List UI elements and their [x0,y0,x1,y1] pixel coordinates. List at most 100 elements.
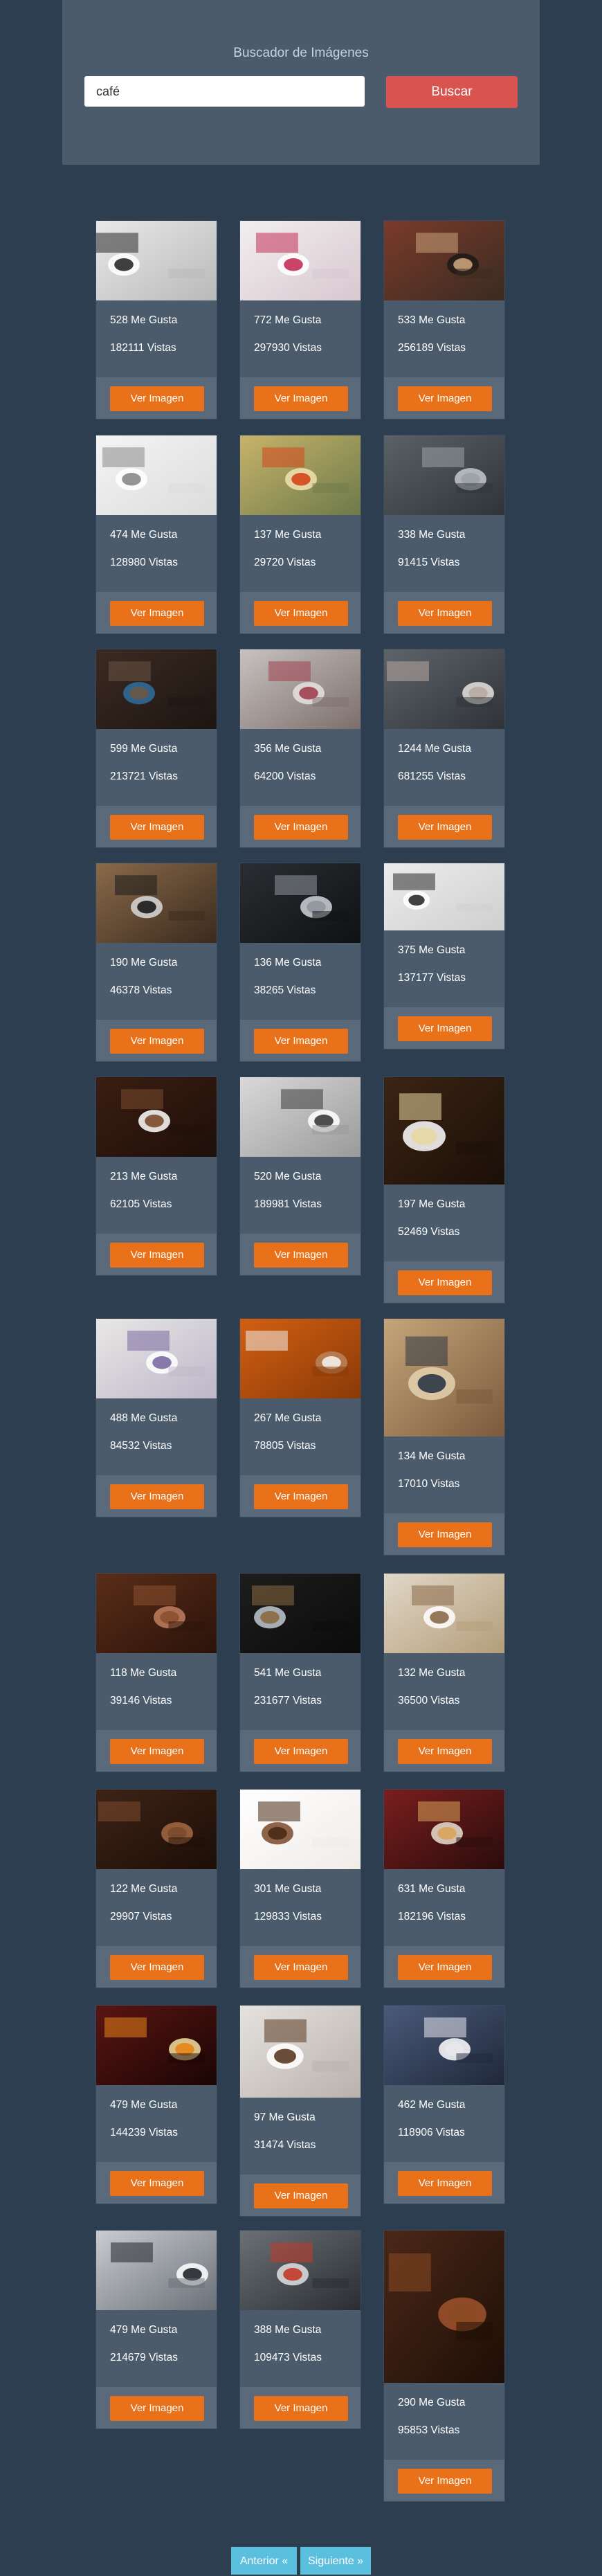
image-card: 267 Me Gusta 78805 Vistas Ver Imagen [239,1318,361,1517]
image-thumbnail[interactable] [384,221,504,300]
views-count: 231677 Vistas [254,1695,322,1706]
image-thumbnail[interactable] [384,435,504,515]
view-image-button[interactable]: Ver Imagen [398,1270,492,1295]
card-footer: Ver Imagen [96,1730,217,1772]
view-image-button[interactable]: Ver Imagen [110,386,204,411]
next-page-button[interactable]: Siguiente » [300,2547,371,2575]
likes-count: 1244 Me Gusta [398,743,471,755]
image-thumbnail[interactable] [384,1574,504,1653]
view-image-button[interactable]: Ver Imagen [110,1955,204,1980]
card-footer: Ver Imagen [96,1020,217,1061]
view-image-button[interactable]: Ver Imagen [110,2396,204,2421]
image-thumbnail[interactable] [240,2231,361,2310]
image-thumbnail[interactable] [96,435,217,515]
image-card: 520 Me Gusta 189981 Vistas Ver Imagen [239,1077,361,1276]
card-footer: Ver Imagen [384,1513,504,1555]
image-thumbnail[interactable] [240,1790,361,1869]
image-card: 197 Me Gusta 52469 Vistas Ver Imagen [383,1077,505,1304]
image-thumbnail[interactable] [384,1790,504,1869]
image-thumbnail[interactable] [96,1077,217,1157]
view-image-button[interactable]: Ver Imagen [110,1243,204,1268]
view-image-button[interactable]: Ver Imagen [110,1484,204,1509]
image-card: 474 Me Gusta 128980 Vistas Ver Imagen [95,435,217,634]
image-thumbnail[interactable] [384,1077,504,1185]
view-image-button[interactable]: Ver Imagen [110,2171,204,2196]
view-image-button[interactable]: Ver Imagen [254,815,348,840]
image-thumbnail[interactable] [96,1319,217,1398]
view-image-button[interactable]: Ver Imagen [254,1243,348,1268]
view-image-button[interactable]: Ver Imagen [254,2396,348,2421]
card-footer: Ver Imagen [240,1234,361,1275]
image-thumbnail[interactable] [384,649,504,729]
card-footer: Ver Imagen [240,1475,361,1517]
image-thumbnail[interactable] [96,1574,217,1653]
view-image-button[interactable]: Ver Imagen [110,601,204,626]
card-footer: Ver Imagen [96,1475,217,1517]
image-thumbnail[interactable] [240,2006,361,2098]
view-image-button[interactable]: Ver Imagen [398,2171,492,2196]
image-card: 631 Me Gusta 182196 Vistas Ver Imagen [383,1789,505,1988]
view-image-button[interactable]: Ver Imagen [110,815,204,840]
view-image-button[interactable]: Ver Imagen [254,1739,348,1764]
view-image-button[interactable]: Ver Imagen [254,1029,348,1054]
view-image-button[interactable]: Ver Imagen [254,1484,348,1509]
image-thumbnail[interactable] [96,863,217,943]
view-image-button[interactable]: Ver Imagen [110,1739,204,1764]
image-card: 338 Me Gusta 91415 Vistas Ver Imagen [383,435,505,634]
card-footer: Ver Imagen [240,592,361,633]
likes-count: 599 Me Gusta [110,743,178,755]
views-count: 64200 Vistas [254,771,316,782]
card-footer: Ver Imagen [96,2162,217,2204]
image-card: 290 Me Gusta 95853 Vistas Ver Imagen [383,2230,505,2502]
image-card: 462 Me Gusta 118906 Vistas Ver Imagen [383,2005,505,2204]
view-image-button[interactable]: Ver Imagen [254,386,348,411]
image-card: 136 Me Gusta 38265 Vistas Ver Imagen [239,863,361,1062]
image-thumbnail[interactable] [240,863,361,943]
image-thumbnail[interactable] [384,2006,504,2085]
image-card: 134 Me Gusta 17010 Vistas Ver Imagen [383,1318,505,1556]
view-image-button[interactable]: Ver Imagen [254,1955,348,1980]
image-thumbnail[interactable] [240,1077,361,1157]
view-image-button[interactable]: Ver Imagen [398,815,492,840]
view-image-button[interactable]: Ver Imagen [398,601,492,626]
views-count: 137177 Vistas [398,972,466,984]
likes-count: 197 Me Gusta [398,1198,466,1210]
image-card: 599 Me Gusta 213721 Vistas Ver Imagen [95,649,217,848]
views-count: 144239 Vistas [110,2127,178,2138]
views-count: 36500 Vistas [398,1695,460,1706]
image-thumbnail[interactable] [96,2231,217,2310]
image-card: 1244 Me Gusta 681255 Vistas Ver Imagen [383,649,505,848]
view-image-button[interactable]: Ver Imagen [398,1016,492,1041]
image-thumbnail[interactable] [384,2231,504,2383]
views-count: 46378 Vistas [110,984,172,996]
view-image-button[interactable]: Ver Imagen [254,601,348,626]
view-image-button[interactable]: Ver Imagen [398,1522,492,1547]
image-thumbnail[interactable] [96,649,217,729]
image-thumbnail[interactable] [96,1790,217,1869]
view-image-button[interactable]: Ver Imagen [398,2469,492,2494]
views-count: 182196 Vistas [398,1911,466,1922]
view-image-button[interactable]: Ver Imagen [398,386,492,411]
image-thumbnail[interactable] [240,1574,361,1653]
image-thumbnail[interactable] [240,221,361,300]
views-count: 29720 Vistas [254,557,316,568]
previous-page-button[interactable]: Anterior « [231,2547,297,2575]
card-footer: Ver Imagen [384,592,504,633]
image-grid: 528 Me Gusta 182111 Vistas Ver Imagen 772 … [0,0,602,2576]
image-thumbnail[interactable] [240,435,361,515]
image-thumbnail[interactable] [384,863,504,930]
card-footer: Ver Imagen [96,377,217,419]
views-count: 182111 Vistas [110,342,176,354]
card-footer: Ver Imagen [240,1946,361,1988]
view-image-button[interactable]: Ver Imagen [254,2183,348,2208]
image-thumbnail[interactable] [96,221,217,300]
image-thumbnail[interactable] [384,1319,504,1436]
views-count: 118906 Vistas [398,2127,465,2138]
image-thumbnail[interactable] [240,1319,361,1398]
view-image-button[interactable]: Ver Imagen [110,1029,204,1054]
card-footer: Ver Imagen [96,2387,217,2429]
image-thumbnail[interactable] [96,2006,217,2085]
image-thumbnail[interactable] [240,649,361,729]
view-image-button[interactable]: Ver Imagen [398,1955,492,1980]
view-image-button[interactable]: Ver Imagen [398,1739,492,1764]
